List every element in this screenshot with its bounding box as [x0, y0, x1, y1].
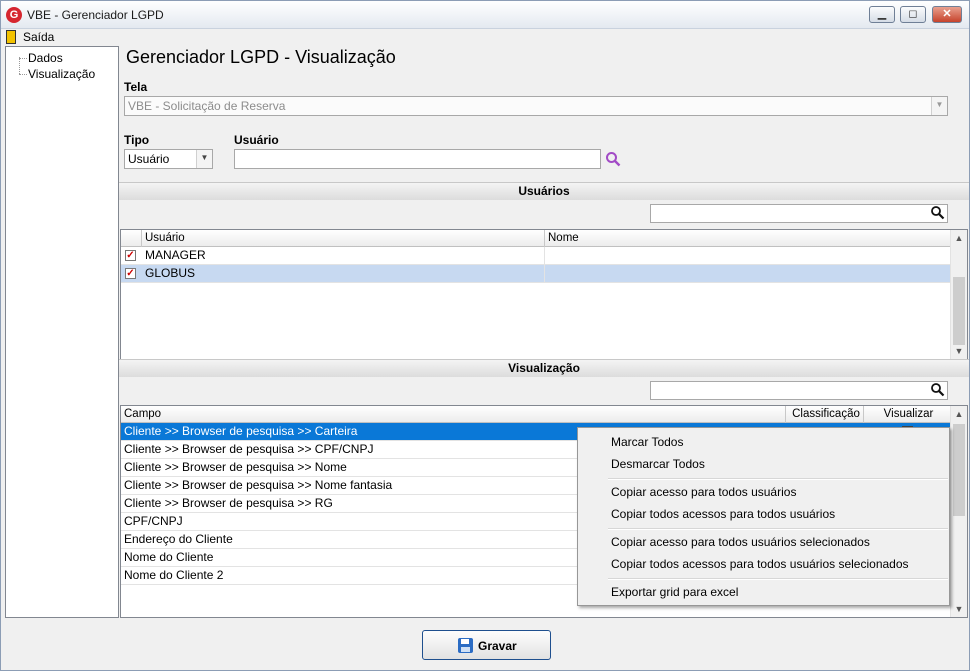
exit-door-icon — [6, 30, 16, 44]
usuarios-section-header: Usuários — [119, 182, 969, 200]
navigation-tree: Dados Visualização — [5, 46, 119, 618]
visualizacao-filter-input[interactable] — [650, 381, 948, 400]
page-title: Gerenciador LGPD - Visualização — [126, 47, 396, 67]
usuario-input[interactable] — [234, 149, 601, 169]
tipo-label: Tipo — [124, 133, 150, 147]
row-checkbox[interactable]: ✓ — [125, 250, 136, 261]
usuario-cell: MANAGER — [142, 247, 545, 265]
menu-item-desmarcar-todos[interactable]: Desmarcar Todos — [611, 457, 705, 471]
maximize-button[interactable]: ◻ — [900, 6, 926, 23]
gravar-label: Gravar — [478, 639, 517, 653]
column-header-nome[interactable]: Nome — [545, 230, 951, 247]
context-menu: Marcar Todos Desmarcar Todos Copiar aces… — [577, 427, 950, 606]
menu-item-saida[interactable]: Saída — [23, 30, 54, 44]
nome-cell — [545, 247, 951, 265]
gravar-button[interactable]: Gravar — [422, 630, 551, 660]
tree-item-visualizacao[interactable]: Visualização — [28, 67, 95, 81]
menu-item-copiar-acesso-todos[interactable]: Copiar acesso para todos usuários — [611, 485, 796, 499]
search-icon[interactable] — [930, 205, 946, 221]
scrollbar-thumb[interactable] — [953, 424, 965, 516]
column-header-visualizar[interactable]: Visualizar — [864, 406, 951, 423]
usuarios-scrollbar[interactable]: ▲ ▼ — [950, 230, 967, 359]
usuarios-grid-header: Usuário Nome — [121, 230, 951, 247]
title-bar: G VBE - Gerenciador LGPD ▁ ◻ ✕ — [1, 1, 969, 29]
menu-separator — [608, 578, 948, 580]
column-header-check — [121, 230, 142, 247]
menu-separator — [608, 478, 948, 480]
visualizacao-section-header: Visualização — [119, 359, 969, 377]
visualizacao-grid-header: Campo Classificação Visualizar — [121, 406, 951, 423]
window-title: VBE - Gerenciador LGPD — [27, 8, 164, 22]
close-button[interactable]: ✕ — [932, 6, 962, 23]
chevron-down-icon: ▼ — [196, 150, 212, 168]
menu-bar: Saída — [1, 29, 969, 45]
scrollbar-thumb[interactable] — [953, 277, 965, 345]
search-icon[interactable] — [605, 151, 621, 167]
tela-select-value: VBE - Solicitação de Reserva — [128, 99, 286, 113]
column-header-classificacao[interactable]: Classificação — [786, 406, 864, 423]
table-row[interactable]: ✓ GLOBUS — [121, 265, 951, 283]
minimize-button[interactable]: ▁ — [869, 6, 895, 23]
menu-item-copiar-todos-acessos-selecionados[interactable]: Copiar todos acessos para todos usuários… — [611, 557, 909, 571]
main-window: G VBE - Gerenciador LGPD ▁ ◻ ✕ Saída Dad… — [0, 0, 970, 671]
column-header-campo[interactable]: Campo — [121, 406, 786, 423]
visualizacao-scrollbar[interactable]: ▲ ▼ — [950, 406, 967, 617]
table-row[interactable]: ✓ MANAGER — [121, 247, 951, 265]
floppy-disk-icon — [458, 638, 473, 653]
tipo-select-value: Usuário — [128, 152, 170, 166]
tipo-select[interactable]: Usuário ▼ — [124, 149, 213, 169]
menu-item-marcar-todos[interactable]: Marcar Todos — [611, 435, 683, 449]
app-logo-icon: G — [6, 7, 22, 23]
scroll-up-icon[interactable]: ▲ — [951, 230, 967, 246]
usuario-cell: GLOBUS — [142, 265, 545, 283]
scroll-up-icon[interactable]: ▲ — [951, 406, 967, 422]
search-icon[interactable] — [930, 382, 946, 398]
menu-item-copiar-acesso-selecionados[interactable]: Copiar acesso para todos usuários seleci… — [611, 535, 870, 549]
column-header-usuario[interactable]: Usuário — [142, 230, 545, 247]
usuarios-grid: Usuário Nome ✓ MANAGER ✓ GLOBUS ▲ ▼ — [120, 229, 968, 360]
tree-connector — [19, 58, 27, 59]
tree-item-dados[interactable]: Dados — [28, 51, 63, 65]
usuario-label: Usuário — [234, 133, 279, 147]
menu-item-exportar-excel[interactable]: Exportar grid para excel — [611, 585, 738, 599]
menu-item-copiar-todos-acessos-todos[interactable]: Copiar todos acessos para todos usuários — [611, 507, 835, 521]
usuarios-filter-input[interactable] — [650, 204, 948, 223]
row-checkbox[interactable]: ✓ — [125, 268, 136, 279]
tela-label: Tela — [124, 80, 148, 94]
nome-cell — [545, 265, 951, 283]
chevron-down-icon: ▼ — [931, 97, 947, 115]
tree-connector — [19, 57, 20, 74]
tela-select[interactable]: VBE - Solicitação de Reserva ▼ — [124, 96, 948, 116]
scroll-down-icon[interactable]: ▼ — [951, 601, 967, 617]
scroll-down-icon[interactable]: ▼ — [951, 343, 967, 359]
menu-separator — [608, 528, 948, 530]
tree-connector — [19, 74, 27, 75]
